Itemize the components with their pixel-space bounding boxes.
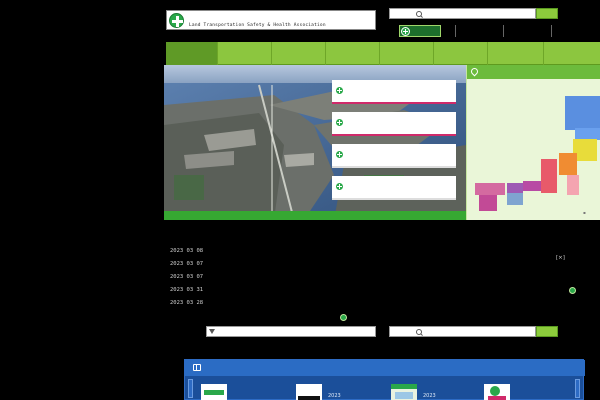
map-panel-heading — [467, 65, 600, 79]
bottom-search-button[interactable] — [536, 326, 558, 337]
nav-item-6[interactable] — [434, 42, 488, 65]
japan-region-map[interactable] — [467, 79, 600, 220]
map-pin-icon — [471, 68, 477, 76]
banner-item[interactable]: 2023 — [391, 381, 481, 400]
header-divider — [551, 25, 552, 37]
map-footnote-mark: ▪ — [583, 210, 586, 215]
site-title — [189, 12, 374, 22]
side-close-button[interactable]: [×] — [556, 255, 565, 261]
news-more-link[interactable] — [340, 313, 460, 321]
hero-card-1[interactable] — [332, 80, 456, 104]
banner-thumbnail — [201, 384, 227, 400]
nav-item-4[interactable] — [326, 42, 380, 65]
book-icon — [193, 364, 201, 371]
banner-thumbnail — [391, 384, 417, 400]
category-filter-input[interactable] — [206, 326, 376, 337]
green-cross-icon — [335, 182, 344, 191]
hero-caption — [164, 211, 466, 220]
header-divider — [503, 25, 504, 37]
banner-thumbnail — [484, 384, 510, 400]
banner-item[interactable] — [484, 381, 574, 400]
banner-link-panel: 2023 2023 — [184, 359, 585, 400]
header-divider — [455, 25, 456, 37]
nav-item-3[interactable] — [272, 42, 326, 65]
nav-item-home[interactable] — [166, 42, 218, 65]
site-subtitle: Land Transportation Safety & Health Asso… — [189, 23, 326, 28]
green-cross-icon — [401, 27, 410, 36]
hero-card-3[interactable] — [332, 144, 456, 168]
news-date: 2023 03 07 — [170, 274, 204, 280]
site-logo[interactable]: Land Transportation Safety & Health Asso… — [166, 10, 376, 30]
filter-icon — [209, 329, 215, 334]
top-search-input[interactable] — [389, 8, 536, 19]
top-search-button[interactable] — [536, 8, 558, 19]
banner-scroll-right[interactable] — [575, 379, 580, 398]
hero-card-2[interactable] — [332, 112, 456, 136]
nav-item-7[interactable] — [488, 42, 544, 65]
prefecture-map-panel[interactable]: ▪ — [466, 65, 600, 220]
banner-scroll-left[interactable] — [188, 379, 193, 398]
news-date: 2023 03 07 — [170, 261, 204, 267]
info-pill-button[interactable] — [399, 25, 441, 37]
main-nav — [166, 42, 600, 65]
banner-item[interactable]: 2023 — [296, 381, 386, 400]
news-date: 2023 03 08 — [170, 248, 204, 254]
banner-panel-heading — [185, 360, 585, 376]
search-icon — [416, 329, 423, 336]
banner-item[interactable] — [201, 381, 291, 400]
banner-thumbnail — [296, 384, 322, 400]
side-more-link[interactable] — [569, 286, 600, 294]
news-date: 2023 03 28 — [170, 300, 204, 306]
green-cross-icon — [335, 150, 344, 159]
nav-item-2[interactable] — [218, 42, 272, 65]
nav-item-5[interactable] — [380, 42, 434, 65]
green-cross-icon — [335, 118, 344, 127]
bottom-search-input[interactable] — [389, 326, 536, 337]
hero-card-4[interactable] — [332, 176, 456, 200]
green-cross-icon — [335, 86, 344, 95]
nav-item-8[interactable] — [544, 42, 600, 65]
news-date: 2023 03 31 — [170, 287, 204, 293]
green-cross-icon — [169, 13, 184, 28]
search-icon — [416, 11, 423, 18]
